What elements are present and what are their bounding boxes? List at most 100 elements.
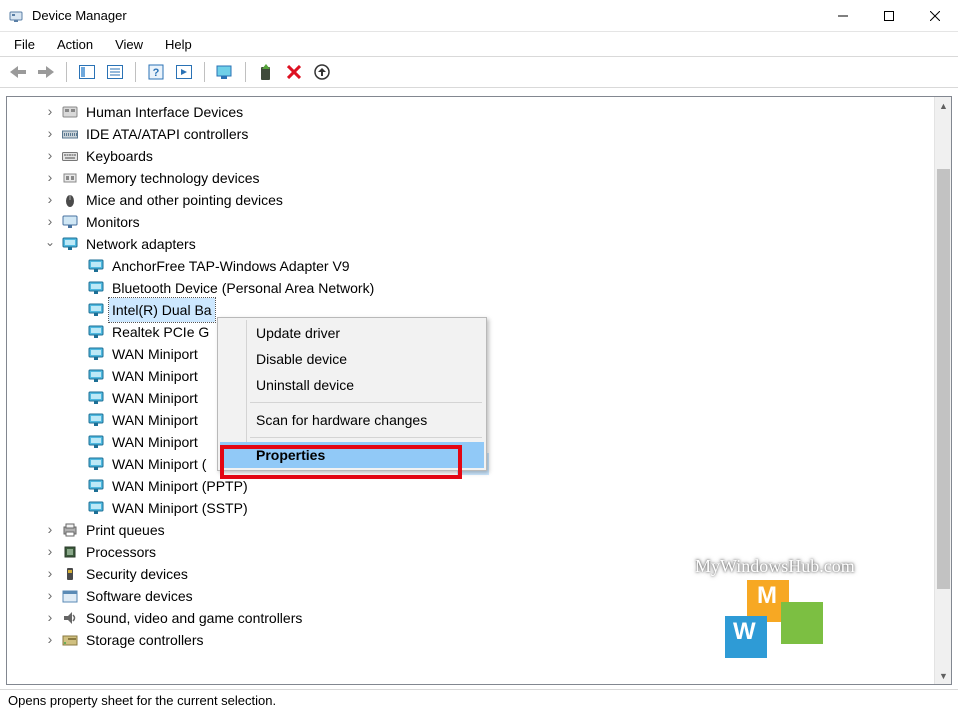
minimize-button[interactable] [820, 0, 866, 32]
chevron-right-icon[interactable] [43, 567, 57, 581]
menu-bar: File Action View Help [0, 32, 958, 56]
uninstall-device-toolbar-button[interactable] [282, 60, 306, 84]
tree-item-label: Processors [83, 540, 159, 564]
scroll-up-arrow[interactable]: ▲ [935, 97, 952, 114]
tree-item[interactable]: AnchorFree TAP-Windows Adapter V9 [9, 255, 933, 277]
back-button[interactable] [6, 60, 30, 84]
tree-item[interactable]: Keyboards [9, 145, 933, 167]
properties-toolbar-button[interactable] [103, 60, 127, 84]
monitor-icon [61, 214, 79, 230]
sound-icon [61, 610, 79, 626]
software-icon [61, 588, 79, 604]
forward-button[interactable] [34, 60, 58, 84]
close-button[interactable] [912, 0, 958, 32]
tree-item[interactable]: IDE ATA/ATAPI controllers [9, 123, 933, 145]
cpu-icon [61, 544, 79, 560]
chevron-right-icon[interactable] [43, 171, 57, 185]
tree-item-label: AnchorFree TAP-Windows Adapter V9 [109, 254, 353, 278]
status-text: Opens property sheet for the current sel… [8, 693, 276, 708]
tree-item-label: Security devices [83, 562, 191, 586]
mouse-icon [61, 192, 79, 208]
context-menu-separator [250, 402, 482, 403]
chevron-none [69, 435, 83, 449]
tree-item[interactable]: Monitors [9, 211, 933, 233]
chevron-right-icon[interactable] [43, 611, 57, 625]
network-icon [87, 478, 105, 494]
menu-file[interactable]: File [4, 35, 45, 54]
chevron-none [69, 413, 83, 427]
tree-item[interactable]: Human Interface Devices [9, 101, 933, 123]
tree-item[interactable]: Print queues [9, 519, 933, 541]
network-icon [87, 302, 105, 318]
menu-help[interactable]: Help [155, 35, 202, 54]
printer-icon [61, 522, 79, 538]
tree-item[interactable]: Bluetooth Device (Personal Area Network) [9, 277, 933, 299]
chevron-right-icon[interactable] [43, 523, 57, 537]
network-icon [87, 500, 105, 516]
network-icon [61, 236, 79, 252]
show-hide-tree-button[interactable] [75, 60, 99, 84]
chevron-none [69, 391, 83, 405]
context-menu-item[interactable]: Disable device [220, 346, 484, 372]
chevron-right-icon[interactable] [43, 105, 57, 119]
scroll-thumb[interactable] [937, 169, 950, 589]
chevron-down-icon[interactable] [43, 237, 57, 251]
chevron-right-icon[interactable] [43, 149, 57, 163]
tree-item-label: Network adapters [83, 232, 199, 256]
tree-item[interactable]: WAN Miniport (SSTP) [9, 497, 933, 519]
network-icon [87, 434, 105, 450]
enable-device-toolbar-button[interactable] [254, 60, 278, 84]
tree-item-label: WAN Miniport [109, 342, 201, 366]
update-driver-toolbar-button[interactable] [213, 60, 237, 84]
chevron-none [69, 281, 83, 295]
tree-item-label: Print queues [83, 518, 168, 542]
tree-item-label: Keyboards [83, 144, 156, 168]
tree-item-label: WAN Miniport [109, 430, 201, 454]
network-icon [87, 258, 105, 274]
tree-item-label: WAN Miniport (PPTP) [109, 474, 251, 498]
scan-hardware-toolbar-button[interactable] [310, 60, 334, 84]
chevron-none [69, 303, 83, 317]
maximize-button[interactable] [866, 0, 912, 32]
chevron-none [69, 457, 83, 471]
context-menu-item[interactable]: Properties [220, 442, 484, 468]
tree-item-label: WAN Miniport [109, 364, 201, 388]
context-menu-item[interactable]: Scan for hardware changes [220, 407, 484, 433]
app-icon [8, 8, 24, 24]
context-menu-item-label: Uninstall device [256, 377, 354, 393]
tree-item[interactable]: Network adapters [9, 233, 933, 255]
toolbar: ? [0, 56, 958, 88]
tree-item[interactable]: WAN Miniport (PPTP) [9, 475, 933, 497]
context-menu-item[interactable]: Update driver [220, 320, 484, 346]
help-toolbar-button[interactable]: ? [144, 60, 168, 84]
context-menu-item[interactable]: Uninstall device [220, 372, 484, 398]
tree-item-label: Human Interface Devices [83, 101, 246, 124]
network-icon [87, 368, 105, 384]
menu-view[interactable]: View [105, 35, 153, 54]
chevron-right-icon[interactable] [43, 545, 57, 559]
scroll-down-arrow[interactable]: ▼ [935, 667, 952, 684]
ide-icon [61, 126, 79, 142]
tree-item-label: Storage controllers [83, 628, 207, 652]
chevron-right-icon[interactable] [43, 215, 57, 229]
action-toolbar-button[interactable] [172, 60, 196, 84]
memory-icon [61, 170, 79, 186]
chevron-right-icon[interactable] [43, 193, 57, 207]
vertical-scrollbar[interactable]: ▲ ▼ [934, 97, 951, 684]
network-icon [87, 346, 105, 362]
chevron-right-icon[interactable] [43, 633, 57, 647]
network-icon [87, 390, 105, 406]
chevron-none [69, 259, 83, 273]
window-title: Device Manager [32, 8, 127, 23]
security-icon [61, 566, 79, 582]
tree-item[interactable]: Mice and other pointing devices [9, 189, 933, 211]
context-menu: Update driverDisable device Uninstall dev… [217, 317, 487, 471]
menu-action[interactable]: Action [47, 35, 103, 54]
storage-icon [61, 632, 79, 648]
tree-item-label: WAN Miniport [109, 386, 201, 410]
network-icon [87, 324, 105, 340]
chevron-right-icon[interactable] [43, 127, 57, 141]
context-menu-separator [250, 437, 482, 438]
tree-item[interactable]: Memory technology devices [9, 167, 933, 189]
chevron-right-icon[interactable] [43, 589, 57, 603]
